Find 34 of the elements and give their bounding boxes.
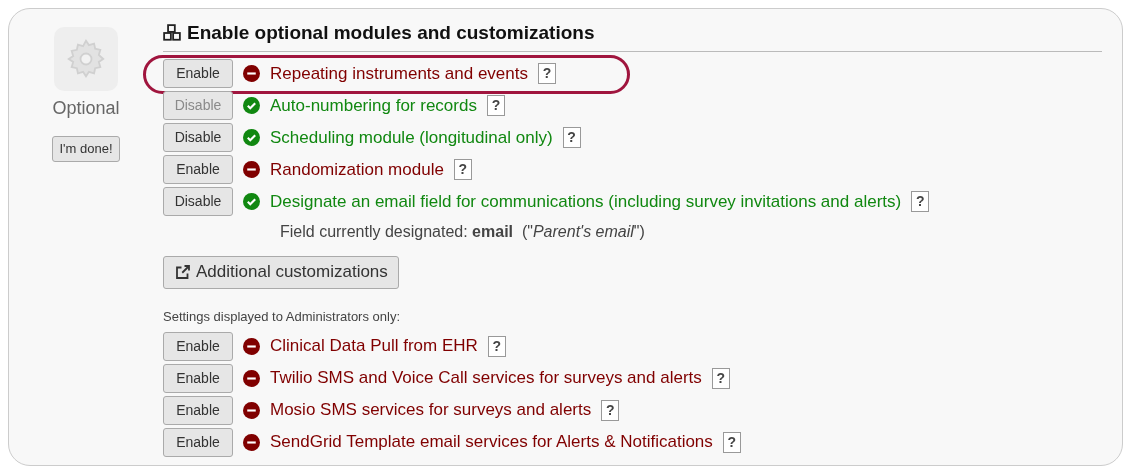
toggle-button[interactable]: Enable — [163, 363, 233, 393]
external-link-icon — [174, 263, 192, 281]
module-label: Repeating instruments and events — [270, 62, 528, 85]
gear-tile-icon — [54, 27, 118, 91]
module-label: Randomization module — [270, 158, 444, 181]
toggle-button[interactable]: Disable — [163, 187, 233, 216]
module-label: Scheduling module (longitudinal only) — [270, 126, 553, 149]
cubes-icon — [163, 24, 181, 43]
help-button[interactable]: ? — [711, 367, 730, 389]
section-heading: Enable optional modules and customizations — [187, 21, 595, 45]
email-note: Field currently designated: email ("Parent's email") — [280, 221, 646, 242]
toggle-button[interactable]: Enable — [163, 155, 233, 184]
toggle-button[interactable]: Disable — [163, 123, 233, 152]
toggle-button[interactable]: Enable — [163, 427, 233, 457]
help-button[interactable]: ? — [722, 431, 741, 453]
help-button[interactable]: ? — [453, 159, 472, 180]
help-button[interactable]: ? — [601, 399, 620, 421]
done-button[interactable]: I'm done! — [52, 136, 120, 162]
customizations-button[interactable]: Additional customizations — [163, 255, 399, 289]
help-button[interactable]: ? — [487, 335, 506, 357]
toggle-button[interactable]: Enable — [163, 59, 233, 88]
module-label: Auto-numbering for records — [270, 94, 477, 117]
module-label: Twilio SMS and Voice Call services for surveys and alerts — [270, 367, 702, 390]
sidebar-label: Optional — [52, 97, 120, 120]
admin-note: Settings displayed to Administrators only: — [163, 307, 401, 326]
help-button[interactable]: ? — [562, 127, 581, 148]
module-label: Clinical Data Pull from EHR — [270, 335, 478, 358]
module-label: Mosio SMS services for surveys and alerts — [270, 399, 592, 422]
module-label: Designate an email field for communications (including survey invitations and alerts) — [270, 190, 902, 213]
module-label: SendGrid Template email services for Alerts & Notifications — [270, 431, 713, 454]
toggle-button[interactable]: Enable — [163, 331, 233, 361]
help-button[interactable]: ? — [911, 191, 930, 212]
toggle-button[interactable]: Enable — [163, 395, 233, 425]
help-button[interactable]: ? — [538, 63, 556, 84]
